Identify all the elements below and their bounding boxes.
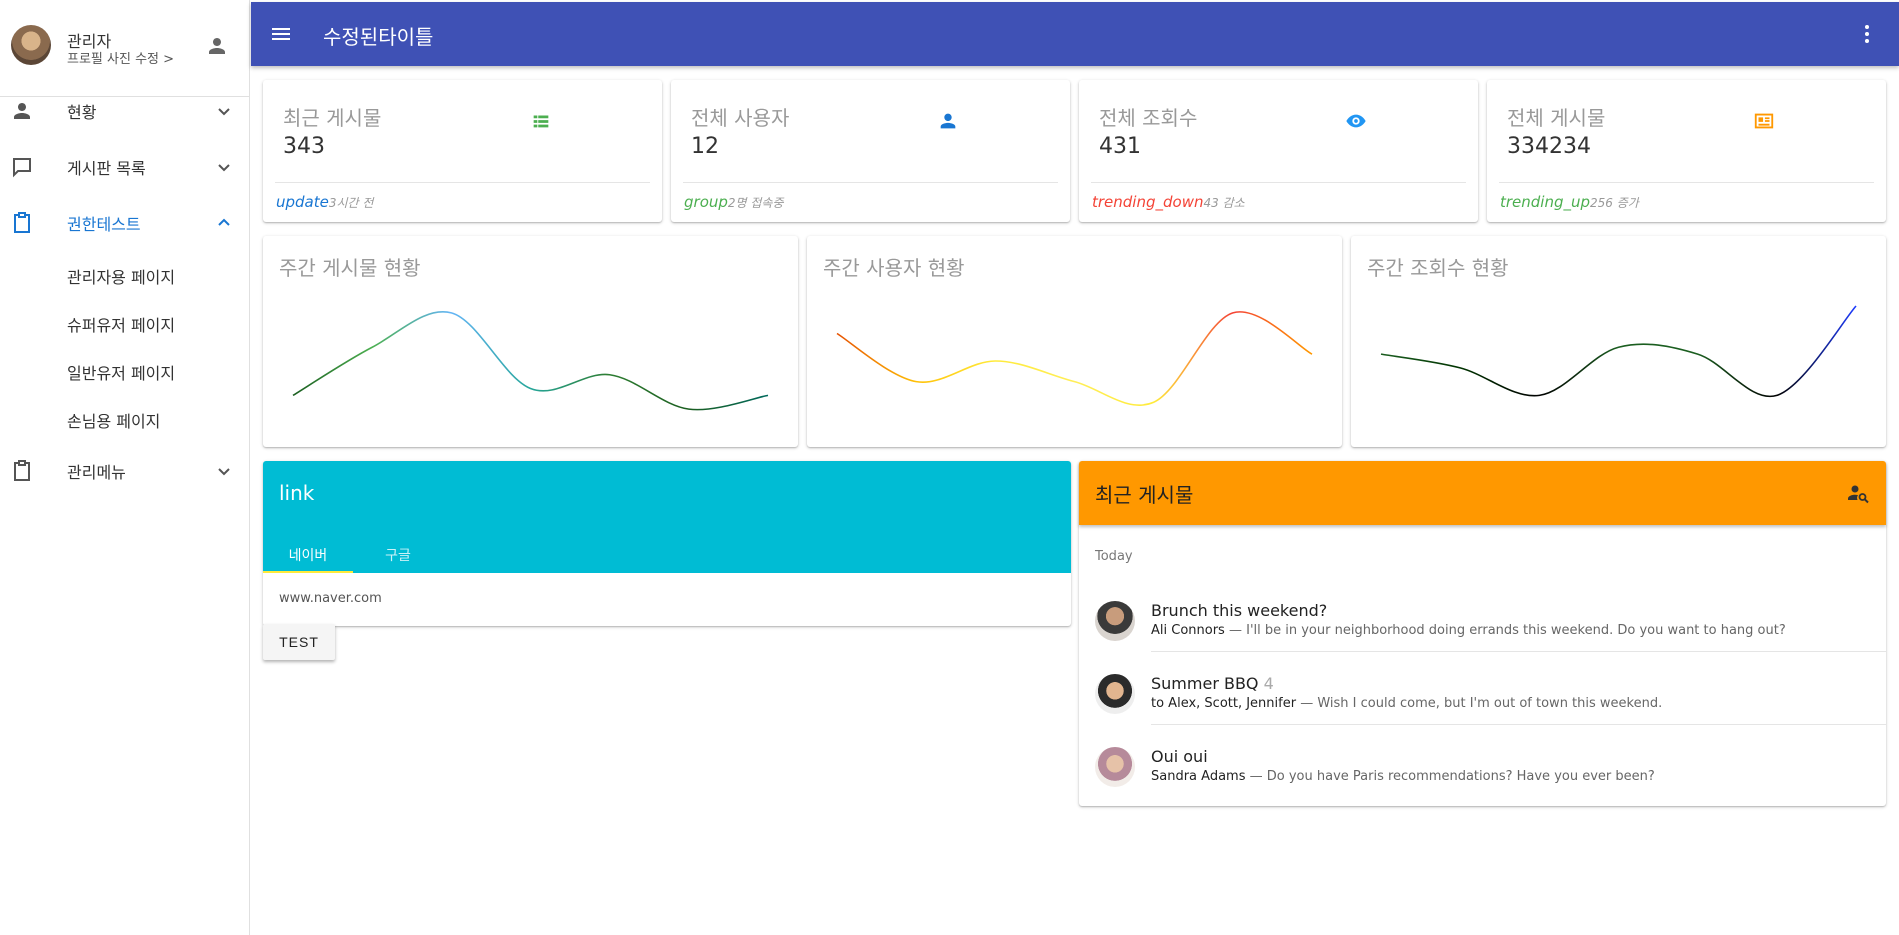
footer-icon-name: trending_up xyxy=(1500,193,1591,211)
divider xyxy=(1151,651,1886,652)
hamburger-menu-icon[interactable] xyxy=(269,22,293,46)
chevron-down-icon xyxy=(218,468,230,476)
list-item[interactable]: Brunch this weekend? Ali Connors — I'll … xyxy=(1079,587,1886,659)
footer-text: 2명 접속중 xyxy=(727,196,784,210)
chevron-up-icon xyxy=(218,218,230,226)
link-card: link 네이버 구글 www.naver.com xyxy=(263,461,1071,626)
footer-icon-name: update xyxy=(276,193,329,211)
stat-title: 전체 조회수 xyxy=(1099,106,1198,130)
stat-card-total-posts: 전체 게시물 334234 trending_up256 증가 xyxy=(1487,80,1886,222)
stat-value: 431 xyxy=(1099,134,1141,159)
person-icon xyxy=(940,113,956,129)
footer-icon-name: trending_down xyxy=(1092,193,1204,211)
post-subtitle: Ali Connors — I'll be in your neighborho… xyxy=(1151,623,1786,638)
more-vert-icon[interactable] xyxy=(1855,22,1879,46)
list-item[interactable]: Oui oui Sandra Adams — Do you have Paris… xyxy=(1079,733,1886,805)
person-search-icon[interactable] xyxy=(1846,481,1870,505)
avatar[interactable] xyxy=(11,25,51,65)
sidebar-item-status[interactable]: 현황 xyxy=(0,87,249,135)
chart-card-weekly-views: 주간 조회수 현황 xyxy=(1351,236,1886,447)
avatar xyxy=(1095,601,1135,641)
chart-title: 주간 게시물 현황 xyxy=(279,256,421,280)
post-subtitle: to Alex, Scott, Jennifer — Wish I could … xyxy=(1151,696,1663,711)
article-icon xyxy=(1754,113,1774,129)
divider xyxy=(1499,182,1874,183)
stat-title: 전체 게시물 xyxy=(1507,106,1606,130)
sidebar-item-label: 현황 xyxy=(67,103,97,122)
footer-text: 43 감소 xyxy=(1203,196,1245,210)
stat-card-recent-posts: 최근 게시물 343 update3시간 전 xyxy=(263,80,662,222)
stat-footer: trending_down43 감소 xyxy=(1092,193,1245,211)
sidebar-item-label: 게시판 목록 xyxy=(67,159,146,178)
stat-value: 334234 xyxy=(1507,134,1591,159)
stat-card-total-users: 전체 사용자 12 group2명 접속중 xyxy=(671,80,1070,222)
sidebar-subitem-guest-page[interactable]: 손님용 페이지 xyxy=(67,408,160,432)
avatar xyxy=(1095,747,1135,787)
list-item[interactable]: Summer BBQ 4 to Alex, Scott, Jennifer — … xyxy=(1079,660,1886,732)
post-subtitle: Sandra Adams — Do you have Paris recomme… xyxy=(1151,769,1655,784)
sidebar-item-admin-menu[interactable]: 관리메뉴 xyxy=(0,447,249,495)
footer-icon-name: group xyxy=(684,193,728,211)
stat-footer: group2명 접속중 xyxy=(684,193,784,211)
tab-naver[interactable]: 네이버 xyxy=(263,539,353,573)
series-line xyxy=(292,310,769,411)
clipboard-icon xyxy=(14,460,30,481)
test-button[interactable]: TEST xyxy=(263,624,335,660)
chart-title: 주간 사용자 현황 xyxy=(823,256,965,280)
profile-section: 관리자 프로필 사진 수정 > xyxy=(0,0,249,97)
divider xyxy=(1091,182,1466,183)
sidebar-item-permission-test[interactable]: 권한테스트 xyxy=(0,199,249,247)
sidebar-item-label: 관리메뉴 xyxy=(67,463,126,482)
stat-title: 전체 사용자 xyxy=(691,106,790,130)
avatar xyxy=(1095,674,1135,714)
series-line xyxy=(836,311,1313,406)
section-header-today: Today xyxy=(1095,549,1133,564)
sidebar-subitem-admin-page[interactable]: 관리자용 페이지 xyxy=(67,264,175,288)
person-icon[interactable] xyxy=(205,34,229,58)
tab-google[interactable]: 구글 xyxy=(353,539,443,573)
link-url[interactable]: www.naver.com xyxy=(279,591,382,606)
divider xyxy=(683,182,1058,183)
recent-posts-title: 최근 게시물 xyxy=(1095,483,1194,507)
stat-value: 12 xyxy=(691,134,719,159)
edit-profile-photo-link[interactable]: 프로필 사진 수정 > xyxy=(67,48,174,67)
chart-card-weekly-posts: 주간 게시물 현황 xyxy=(263,236,798,447)
chevron-down-icon xyxy=(218,164,230,172)
divider xyxy=(1151,724,1886,725)
chart-card-weekly-users: 주간 사용자 현황 xyxy=(807,236,1342,447)
recent-posts-header: 최근 게시물 xyxy=(1079,461,1886,525)
stat-footer: trending_up256 증가 xyxy=(1500,193,1639,211)
post-title: Summer BBQ 4 xyxy=(1151,674,1274,693)
sidebar-subitem-superuser-page[interactable]: 슈퍼유저 페이지 xyxy=(67,312,175,336)
sidebar-subitem-user-page[interactable]: 일반유저 페이지 xyxy=(67,360,175,384)
eye-icon xyxy=(1346,114,1366,128)
link-card-title: link xyxy=(279,481,315,505)
clipboard-icon xyxy=(14,212,30,233)
sidebar-item-label: 권한테스트 xyxy=(67,215,141,234)
stat-title: 최근 게시물 xyxy=(283,106,382,130)
recent-posts-card: 최근 게시물 Today Brunch this weekend? Ali Co… xyxy=(1079,461,1886,806)
stat-footer: update3시간 전 xyxy=(276,193,373,211)
list-icon xyxy=(533,115,549,128)
person-icon xyxy=(14,103,30,119)
footer-text: 256 증가 xyxy=(1590,196,1639,210)
chevron-down-icon xyxy=(218,108,230,116)
post-title: Brunch this weekend? xyxy=(1151,601,1328,620)
post-title: Oui oui xyxy=(1151,747,1208,766)
stat-value: 343 xyxy=(283,134,325,159)
page-title: 수정된타이틀 xyxy=(323,25,434,49)
series-line xyxy=(1380,305,1857,398)
footer-text: 3시간 전 xyxy=(328,196,374,210)
sidebar-item-boards[interactable]: 게시판 목록 xyxy=(0,143,249,191)
top-app-bar: 수정된타이틀 xyxy=(251,2,1899,66)
stat-card-total-views: 전체 조회수 431 trending_down43 감소 xyxy=(1079,80,1478,222)
comment-icon xyxy=(13,158,31,178)
link-card-header: link 네이버 구글 xyxy=(263,461,1071,573)
divider xyxy=(275,182,650,183)
sidebar: 관리자 프로필 사진 수정 > 현황 게시판 목록 권한테스트 관리자용 페이지… xyxy=(0,0,250,935)
chart-title: 주간 조회수 현황 xyxy=(1367,256,1509,280)
